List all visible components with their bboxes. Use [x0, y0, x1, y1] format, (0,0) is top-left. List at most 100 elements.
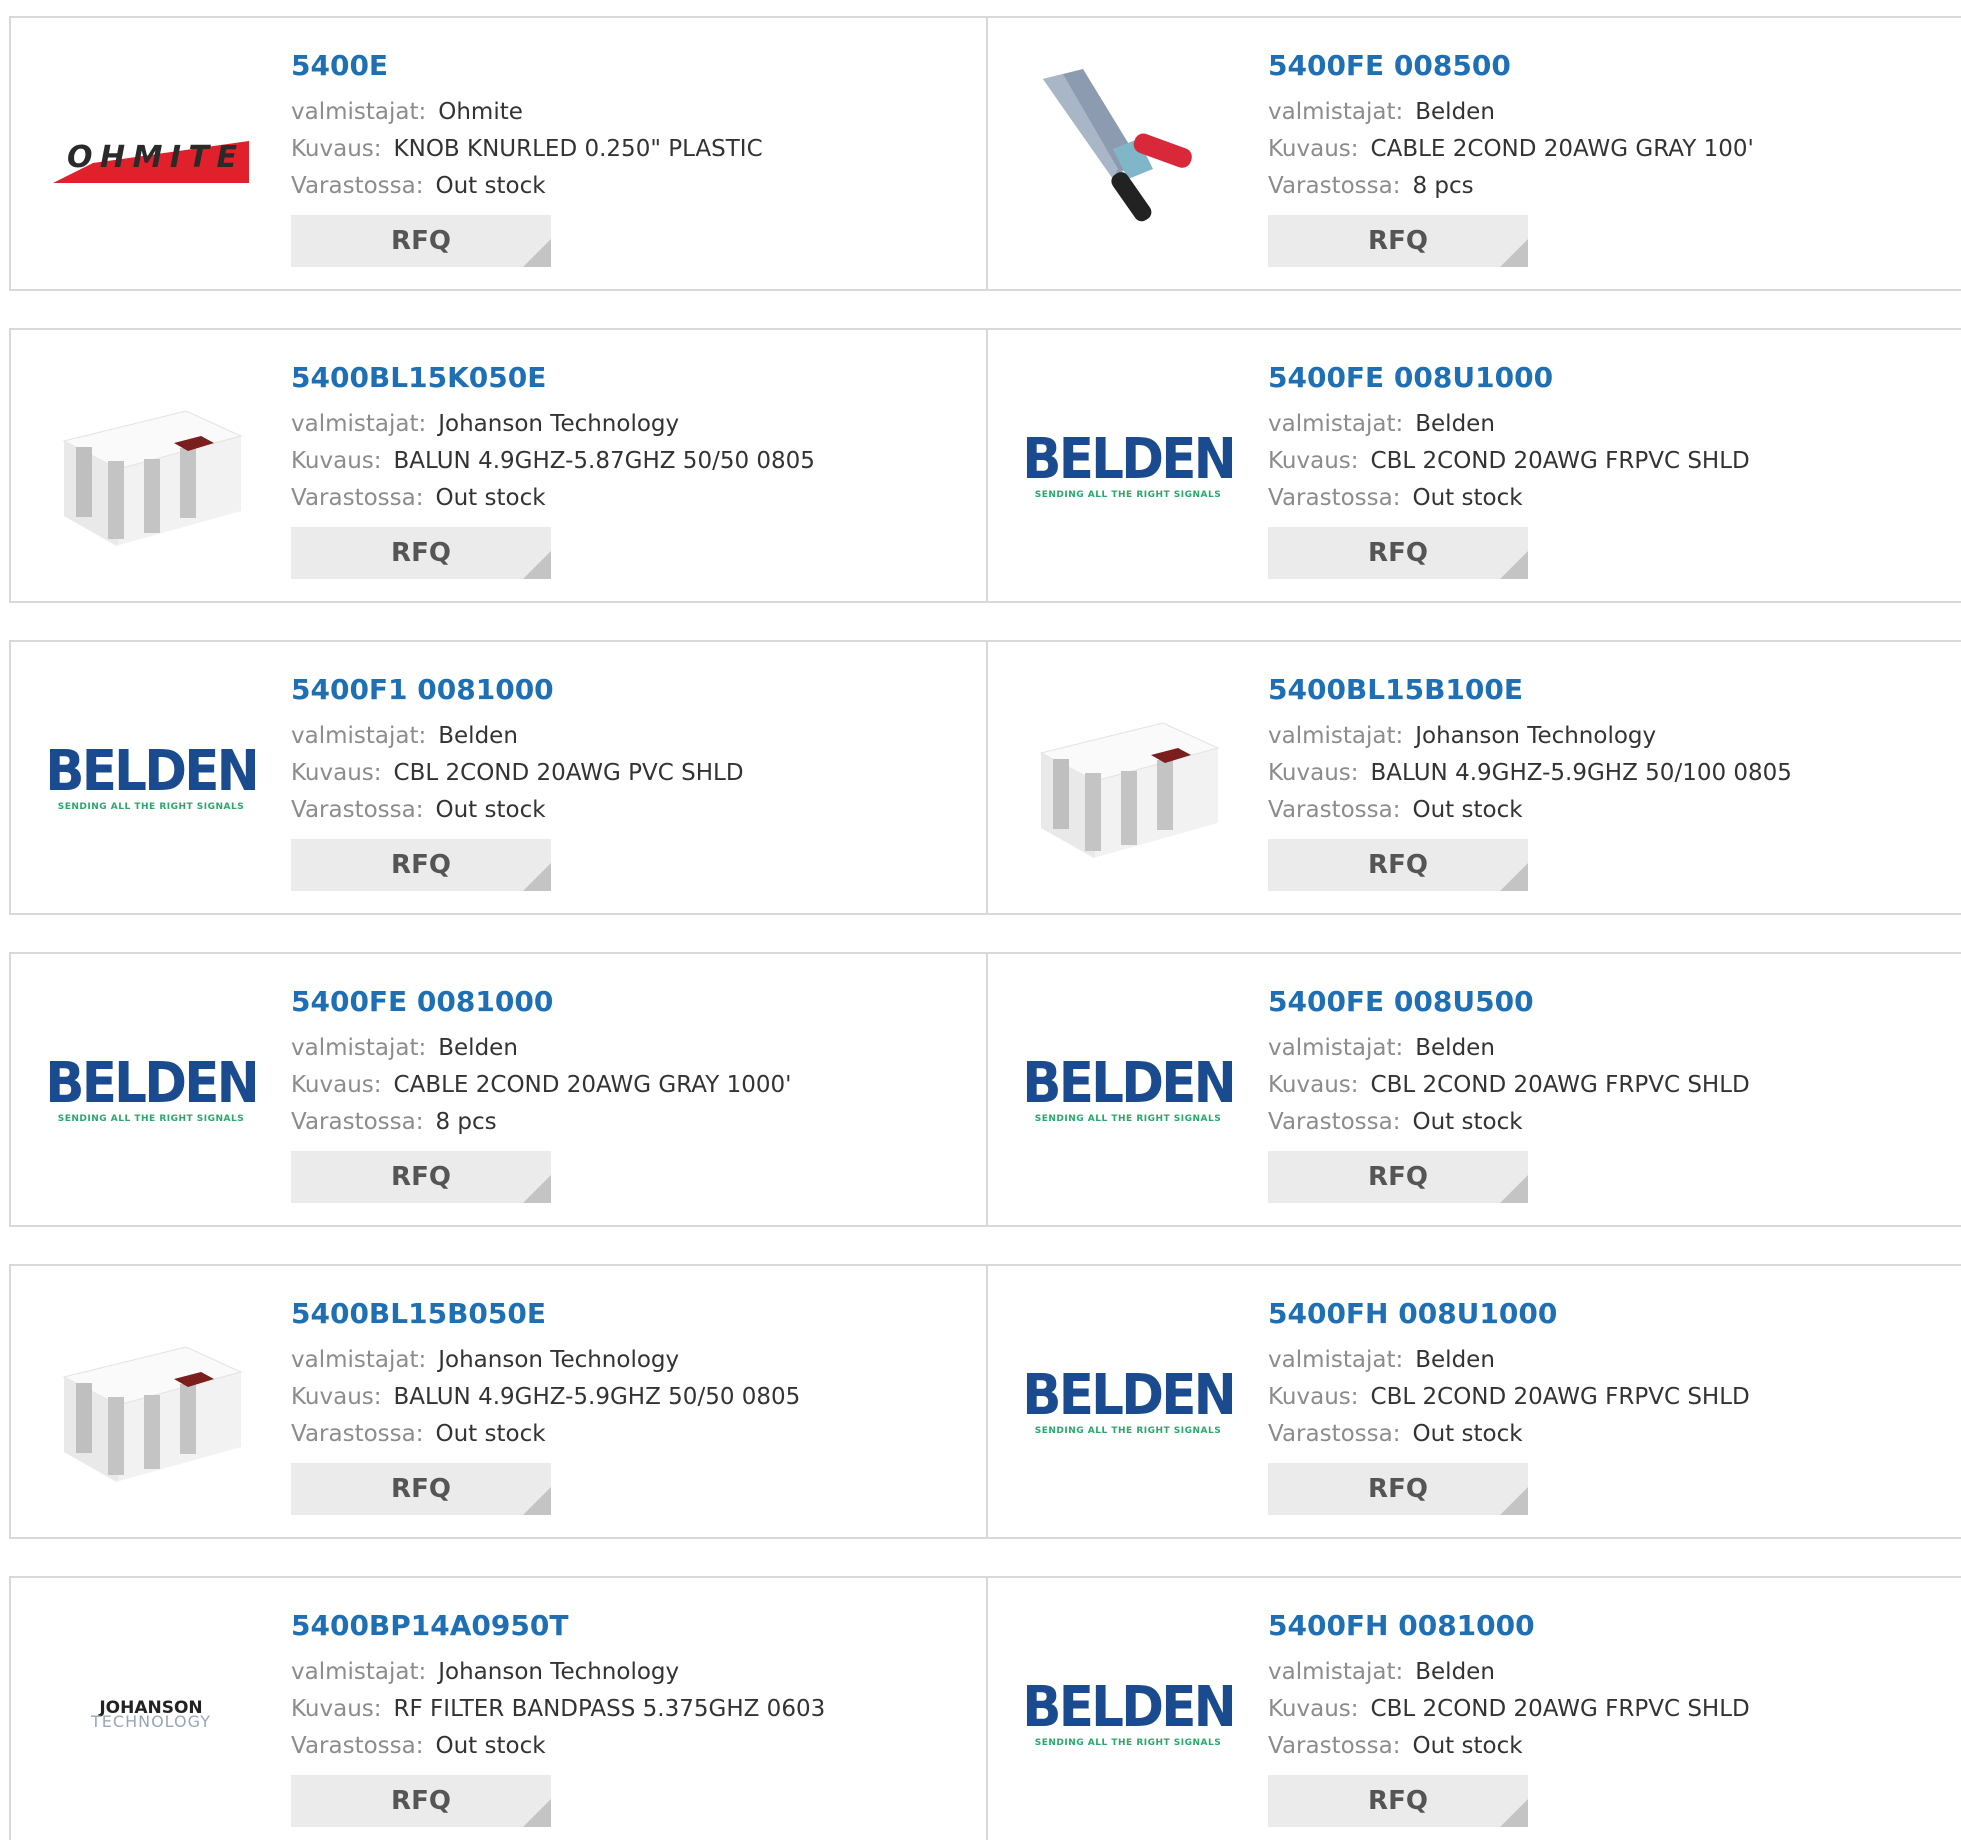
stock-label: Varastossa: [1268, 1109, 1401, 1135]
description-label: Kuvaus: [291, 1072, 382, 1098]
product-info: 5400FE 008500 valmistajat: Belden Kuvaus: CA… [1268, 48, 1754, 267]
rfq-button[interactable]: RFQ [291, 1775, 551, 1827]
stock-field: Varastossa: Out stock [291, 1728, 825, 1765]
rfq-label: RFQ [391, 226, 451, 256]
rfq-label: RFQ [391, 538, 451, 568]
description-value: CABLE 2COND 20AWG GRAY 1000' [393, 1072, 792, 1098]
manufacturer-value: Johanson Technology [438, 1347, 680, 1373]
stock-field: Varastossa: 8 pcs [1268, 168, 1754, 205]
rfq-button[interactable]: RFQ [1268, 839, 1528, 891]
corner-arrow-icon [523, 1487, 551, 1515]
stock-label: Varastossa: [291, 173, 424, 199]
description-label: Kuvaus: [291, 1384, 382, 1410]
manufacturer-label: valmistajat: [291, 1035, 427, 1061]
part-number-link[interactable]: 5400FE 008U500 [1268, 984, 1750, 1020]
manufacturer-value: Belden [438, 723, 518, 749]
corner-arrow-icon [523, 1175, 551, 1203]
stock-field: Varastossa: Out stock [1268, 1104, 1750, 1141]
part-number-link[interactable]: 5400FE 008U1000 [1268, 360, 1750, 396]
rfq-label: RFQ [1368, 1162, 1428, 1192]
description-value: RF FILTER BANDPASS 5.375GHZ 0603 [393, 1696, 826, 1722]
part-number-link[interactable]: 5400FH 0081000 [1268, 1608, 1750, 1644]
manufacturer-value: Belden [438, 1035, 518, 1061]
product-info: 5400BL15K050E valmistajat: Johanson Techno… [291, 360, 815, 579]
rfq-label: RFQ [1368, 850, 1428, 880]
chip-image [51, 366, 251, 566]
manufacturer-label: valmistajat: [291, 1659, 427, 1685]
rfq-button[interactable]: RFQ [1268, 1775, 1528, 1827]
manufacturer-field: valmistajat: Johanson Technology [1268, 718, 1792, 755]
part-number-link[interactable]: 5400BL15B050E [291, 1296, 800, 1332]
rfq-button[interactable]: RFQ [291, 1151, 551, 1203]
description-label: Kuvaus: [291, 760, 382, 786]
chip-image [51, 1302, 251, 1502]
rfq-button[interactable]: RFQ [291, 215, 551, 267]
product-card: BELDEN SENDING ALL THE RIGHT SIGNALS 5400F… [988, 330, 1961, 601]
manufacturer-field: valmistajat: Belden [1268, 1030, 1750, 1067]
part-number-link[interactable]: 5400FE 008500 [1268, 48, 1754, 84]
manufacturer-value: Belden [1415, 411, 1495, 437]
product-card: 5400BL15K050E valmistajat: Johanson Techno… [11, 330, 988, 601]
description-field: Kuvaus: BALUN 4.9GHZ-5.87GHZ 50/50 0805 [291, 443, 815, 480]
manufacturer-value: Johanson Technology [438, 411, 680, 437]
corner-arrow-icon [1500, 239, 1528, 267]
rfq-button[interactable]: RFQ [291, 1463, 551, 1515]
part-number-link[interactable]: 5400BP14A0950T [291, 1608, 825, 1644]
rfq-button[interactable]: RFQ [1268, 527, 1528, 579]
manufacturer-field: valmistajat: Belden [1268, 1342, 1750, 1379]
part-number-link[interactable]: 5400F1 0081000 [291, 672, 744, 708]
description-label: Kuvaus: [1268, 1384, 1359, 1410]
manufacturer-value: Belden [1415, 1659, 1495, 1685]
description-field: Kuvaus: BALUN 4.9GHZ-5.9GHZ 50/50 0805 [291, 1379, 800, 1416]
product-info: 5400F1 0081000 valmistajat: Belden Kuvaus: C… [291, 672, 744, 891]
corner-arrow-icon [1500, 863, 1528, 891]
corner-arrow-icon [523, 239, 551, 267]
product-grid: OHMITE 5400E valmistajat: Ohmite Kuvaus: KNOB… [0, 0, 1961, 1840]
stock-label: Varastossa: [291, 1733, 424, 1759]
description-value: BALUN 4.9GHZ-5.9GHZ 50/100 0805 [1370, 760, 1792, 786]
rfq-label: RFQ [1368, 538, 1428, 568]
part-number-link[interactable]: 5400BL15K050E [291, 360, 815, 396]
rfq-label: RFQ [1368, 1786, 1428, 1816]
manufacturer-field: valmistajat: Belden [291, 718, 744, 755]
manufacturer-field: valmistajat: Johanson Technology [291, 1654, 825, 1691]
product-card: 5400FE 008500 valmistajat: Belden Kuvaus: CA… [988, 18, 1961, 289]
manufacturer-label: valmistajat: [1268, 1659, 1404, 1685]
product-row: BELDEN SENDING ALL THE RIGHT SIGNALS 5400F… [9, 640, 1961, 915]
manufacturer-label: valmistajat: [1268, 1035, 1404, 1061]
description-label: Kuvaus: [291, 1696, 382, 1722]
stock-value: Out stock [435, 173, 546, 199]
manufacturer-label: valmistajat: [291, 1347, 427, 1373]
rfq-button[interactable]: RFQ [291, 527, 551, 579]
rfq-label: RFQ [391, 1474, 451, 1504]
part-number-link[interactable]: 5400E [291, 48, 763, 84]
stock-label: Varastossa: [291, 797, 424, 823]
manufacturer-field: valmistajat: Ohmite [291, 94, 763, 131]
part-number-link[interactable]: 5400BL15B100E [1268, 672, 1792, 708]
part-number-link[interactable]: 5400FH 008U1000 [1268, 1296, 1750, 1332]
stock-field: Varastossa: Out stock [1268, 1728, 1750, 1765]
description-value: KNOB KNURLED 0.250" PLASTIC [393, 136, 763, 162]
stock-field: Varastossa: 8 pcs [291, 1104, 791, 1141]
description-value: BALUN 4.9GHZ-5.87GHZ 50/50 0805 [393, 448, 815, 474]
manufacturer-field: valmistajat: Belden [1268, 94, 1754, 131]
product-row: BELDEN SENDING ALL THE RIGHT SIGNALS 5400F… [9, 952, 1961, 1227]
manufacturer-label: valmistajat: [1268, 1347, 1404, 1373]
rfq-button[interactable]: RFQ [1268, 1151, 1528, 1203]
part-number-link[interactable]: 5400FE 0081000 [291, 984, 791, 1020]
manufacturer-value: Johanson Technology [438, 1659, 680, 1685]
product-row: 5400BL15B050E valmistajat: Johanson Techno… [9, 1264, 1961, 1539]
manufacturer-label: valmistajat: [1268, 99, 1404, 125]
rfq-button[interactable]: RFQ [1268, 1463, 1528, 1515]
belden-logo: BELDEN SENDING ALL THE RIGHT SIGNALS [45, 990, 260, 1190]
rfq-button[interactable]: RFQ [1268, 215, 1528, 267]
stock-label: Varastossa: [1268, 797, 1401, 823]
description-field: Kuvaus: CBL 2COND 20AWG FRPVC SHLD [1268, 1067, 1750, 1104]
stock-value: 8 pcs [435, 1109, 497, 1135]
rfq-label: RFQ [391, 1162, 451, 1192]
manufacturer-field: valmistajat: Belden [1268, 1654, 1750, 1691]
rfq-button[interactable]: RFQ [291, 839, 551, 891]
description-field: Kuvaus: CABLE 2COND 20AWG GRAY 100' [1268, 131, 1754, 168]
product-card: 5400BL15B100E valmistajat: Johanson Techno… [988, 642, 1961, 913]
stock-value: Out stock [1412, 797, 1523, 823]
